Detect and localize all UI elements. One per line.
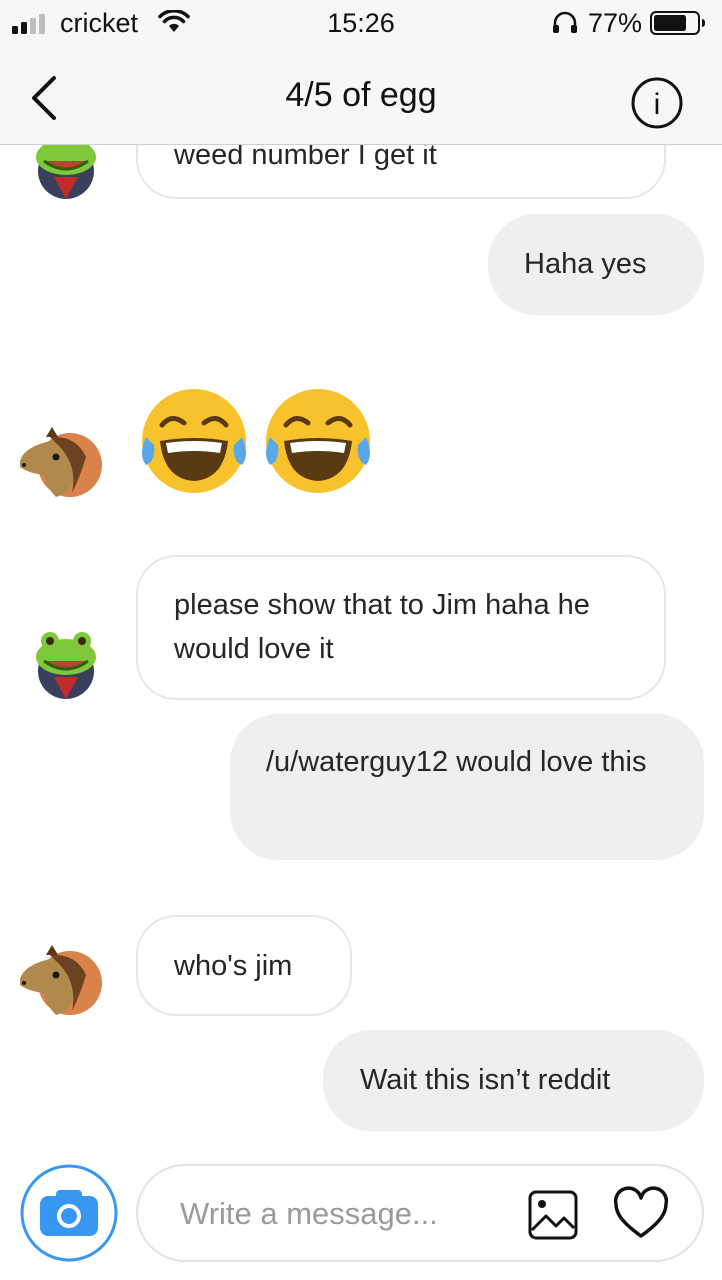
message-thread[interactable]: weed number I get it Haha yes please sho… [0,145,722,1150]
laughing-tears-emoji-icon [266,389,370,493]
outgoing-message[interactable]: Haha yes [488,214,704,315]
message-text: Wait this isn’t reddit [360,1064,611,1096]
message-input[interactable] [180,1188,510,1240]
conversation-title: 4/5 of egg [285,76,437,114]
message-text: who's jim [174,950,293,982]
status-bar: cricket 15:26 77% [0,0,722,46]
back-chevron-icon[interactable] [20,66,70,126]
battery-percentage: 77% [588,8,643,38]
signal-strength-icon [12,14,45,34]
info-icon[interactable]: i [630,76,684,130]
outgoing-message[interactable]: /u/waterguy12 would love this [230,714,704,860]
frog-avatar[interactable] [30,627,102,699]
carrier-name: cricket [60,8,139,38]
wifi-icon [158,10,190,32]
message-text: weed number I get it [174,145,437,171]
headphones-icon [553,11,577,33]
heart-icon[interactable] [612,1186,670,1244]
message-composer [0,1150,722,1280]
laughing-tears-emoji-icon [142,389,246,493]
camera-icon[interactable] [20,1164,118,1262]
incoming-message[interactable]: weed number I get it [136,145,666,199]
message-text: Haha yes [524,248,647,280]
battery-icon [650,11,705,35]
message-input-box[interactable] [136,1164,704,1262]
outgoing-message[interactable]: Wait this isn’t reddit [323,1030,704,1131]
message-text: please show that to Jim haha he would lo… [174,589,590,665]
conversation-header: 4/5 of egg i [0,46,722,145]
message-text: /u/waterguy12 would love this [266,746,647,778]
svg-text:i: i [654,88,661,121]
incoming-message[interactable]: please show that to Jim haha he would lo… [136,555,666,700]
horse-avatar[interactable] [16,945,102,1017]
frog-avatar[interactable] [30,145,102,199]
horse-avatar[interactable] [16,427,102,499]
emoji-message[interactable] [138,385,378,497]
incoming-message[interactable]: who's jim [136,915,352,1016]
gallery-icon[interactable] [526,1188,580,1242]
